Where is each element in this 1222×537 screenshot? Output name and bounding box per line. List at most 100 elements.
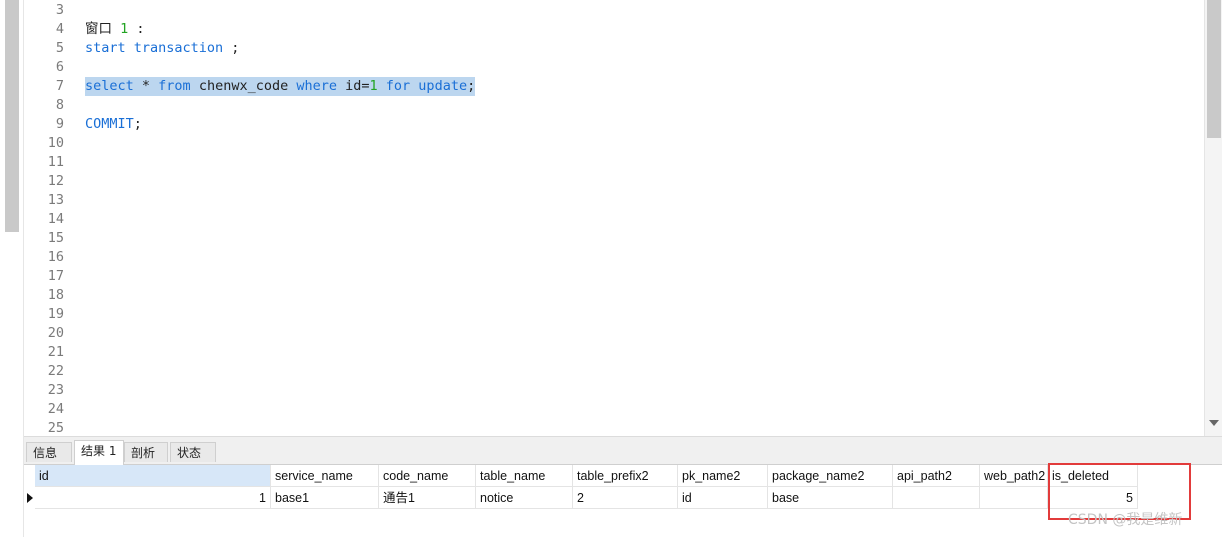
sql-text: 窗口 [85, 21, 121, 37]
editor-line[interactable]: 13 [24, 191, 1204, 210]
editor-line[interactable]: 17 [24, 267, 1204, 286]
tab-profile[interactable]: 剖析 [124, 442, 168, 462]
line-number: 6 [55, 59, 64, 75]
sql-keyword: start transaction [85, 40, 224, 56]
table-cell[interactable] [980, 487, 1048, 509]
line-number: 13 [47, 192, 64, 208]
current-row-indicator-icon [24, 487, 35, 509]
line-number: 23 [47, 382, 64, 398]
line-number: 25 [47, 420, 64, 436]
editor-line[interactable]: 20 [24, 324, 1204, 343]
editor-line[interactable]: 9 COMMIT; [24, 115, 1204, 134]
sql-text: chenwx_code [190, 78, 297, 94]
sql-keyword: from [158, 78, 191, 94]
editor-line[interactable]: 19 [24, 305, 1204, 324]
sql-text: ; [223, 40, 240, 56]
table-cell[interactable]: 通告1 [379, 487, 476, 509]
sql-text: ; [467, 78, 476, 94]
table-cell[interactable]: base [768, 487, 893, 509]
grid-header-row: id service_name code_name table_name table_p… [24, 465, 1222, 487]
editor-line[interactable]: 22 [24, 362, 1204, 381]
tab-status[interactable]: 状态 [170, 442, 216, 462]
line-number: 4 [55, 21, 64, 37]
watermark: CSDN @我是维新 [1068, 512, 1183, 528]
line-number: 20 [47, 325, 64, 341]
sql-keyword: COMMIT [85, 116, 134, 132]
table-cell[interactable] [893, 487, 980, 509]
editor-line[interactable]: 3 [24, 1, 1204, 20]
sql-keyword: for update [385, 78, 468, 94]
line-number: 21 [47, 344, 64, 360]
line-number: 19 [47, 306, 64, 322]
line-code: select * from chenwx_code where id=1 for… [85, 77, 476, 96]
editor-line[interactable]: 15 [24, 229, 1204, 248]
table-cell[interactable]: id [678, 487, 768, 509]
editor-line[interactable]: 23 [24, 381, 1204, 400]
column-header[interactable]: package_name2 [768, 465, 893, 487]
line-number: 16 [47, 249, 64, 265]
line-number: 8 [55, 97, 64, 113]
sql-keyword: select [85, 78, 134, 94]
line-number: 17 [47, 268, 64, 284]
editor-line[interactable]: 4 窗口 1 : [24, 20, 1204, 39]
column-header[interactable]: web_path2 [980, 465, 1048, 487]
tab-info[interactable]: 信息 [26, 442, 72, 462]
column-header[interactable]: service_name [271, 465, 379, 487]
result-tabs: 信息 结果 1 剖析 状态 [24, 440, 1222, 465]
editor-line[interactable]: 25 [24, 419, 1204, 436]
scroll-down-arrow-icon[interactable] [1209, 420, 1219, 426]
editor-line[interactable]: 7 select * from chenwx_code where id=1 fo… [24, 77, 1204, 96]
sql-text: ; [133, 116, 142, 132]
line-code: COMMIT; [85, 115, 142, 134]
line-number: 3 [55, 2, 64, 18]
column-header[interactable]: id [35, 465, 271, 487]
line-number: 22 [47, 363, 64, 379]
sql-keyword: where [296, 78, 337, 94]
table-cell[interactable]: base1 [271, 487, 379, 509]
line-number: 9 [55, 116, 64, 132]
editor-line[interactable]: 14 [24, 210, 1204, 229]
editor-line[interactable]: 21 [24, 343, 1204, 362]
editor-line[interactable]: 6 [24, 58, 1204, 77]
editor-line[interactable]: 10 [24, 134, 1204, 153]
editor-scroll-thumb[interactable] [1207, 0, 1221, 138]
outer-scroll-strip[interactable] [0, 0, 24, 537]
line-number: 7 [55, 78, 64, 94]
line-number: 18 [47, 287, 64, 303]
editor-vertical-scrollbar[interactable] [1204, 0, 1222, 436]
line-number: 5 [55, 40, 64, 56]
editor-line[interactable]: 5 start transaction ; [24, 39, 1204, 58]
sql-text: : [128, 21, 145, 37]
result-grid: id service_name code_name table_name table_p… [24, 465, 1222, 537]
line-number: 15 [47, 230, 64, 246]
editor-line[interactable]: 11 [24, 153, 1204, 172]
line-number: 11 [47, 154, 64, 170]
sql-number: 1 [369, 78, 378, 94]
column-header[interactable]: table_name [476, 465, 573, 487]
line-number: 24 [47, 401, 64, 417]
line-number: 12 [47, 173, 64, 189]
column-header[interactable]: api_path2 [893, 465, 980, 487]
editor-line[interactable]: 12 [24, 172, 1204, 191]
editor-line[interactable]: 16 [24, 248, 1204, 267]
line-code: start transaction ; [85, 39, 239, 58]
editor-line[interactable]: 8 [24, 96, 1204, 115]
line-code: 窗口 1 : [85, 20, 145, 39]
editor-line[interactable]: 24 [24, 400, 1204, 419]
table-row[interactable]: 1 base1 通告1 notice 2 id base 5 [24, 487, 1222, 509]
outer-scroll-thumb[interactable] [5, 0, 19, 232]
column-header[interactable]: table_prefix2 [573, 465, 678, 487]
sql-text: * [133, 78, 159, 94]
editor-line[interactable]: 18 [24, 286, 1204, 305]
line-number: 14 [47, 211, 64, 227]
tab-result-1[interactable]: 结果 1 [74, 440, 124, 465]
sql-text: id= [337, 78, 370, 94]
column-header[interactable]: code_name [379, 465, 476, 487]
table-cell[interactable]: 1 [35, 487, 271, 509]
table-cell[interactable]: 2 [573, 487, 678, 509]
table-cell[interactable]: notice [476, 487, 573, 509]
sql-editor[interactable]: 3 4 窗口 1 : 5 start transaction ; 6 7 select * f… [24, 0, 1204, 436]
column-header[interactable]: pk_name2 [678, 465, 768, 487]
line-number: 10 [47, 135, 64, 151]
